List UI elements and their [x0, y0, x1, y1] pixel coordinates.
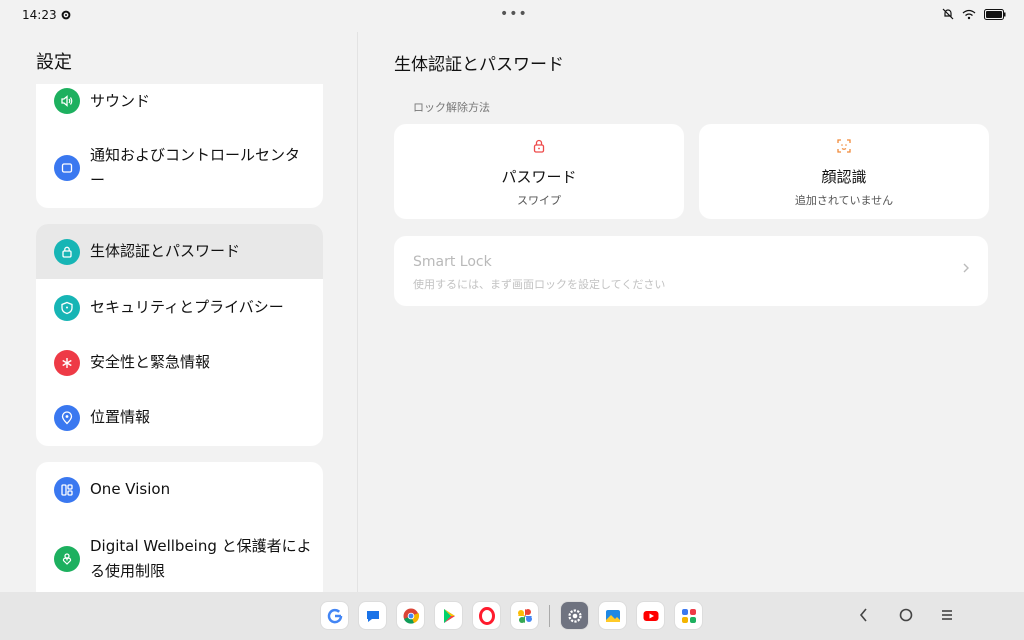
youtube-icon[interactable] — [637, 602, 664, 629]
section-label: ロック解除方法 — [413, 101, 490, 114]
back-icon[interactable] — [857, 606, 871, 624]
asterisk-icon — [54, 349, 80, 376]
sidebar-item-label: One Vision — [90, 480, 171, 498]
chevron-right-icon — [963, 263, 969, 273]
split-screen-icon — [54, 476, 80, 503]
shield-icon — [54, 294, 80, 321]
notification-panel-icon — [54, 155, 80, 181]
bell-off-icon — [942, 8, 954, 20]
tile-subtitle: スワイプ — [517, 194, 561, 207]
sidebar-item-label: 通知およびコントロールセンター — [90, 146, 301, 189]
settings-group: 生体認証とパスワード セキュリティとプライバシー 安全性と緊急情報 位置情報 — [36, 224, 323, 446]
sidebar-item-label: 生体認証とパスワード — [90, 242, 241, 260]
tile-title: パスワード — [501, 168, 577, 186]
opera-icon[interactable] — [473, 602, 500, 629]
tile-subtitle: 追加されていません — [794, 194, 894, 207]
smart-lock-title: Smart Lock — [413, 254, 492, 270]
sidebar-item-security-privacy[interactable]: セキュリティとプライバシー — [36, 280, 323, 335]
taskbar — [0, 592, 1024, 640]
sidebar-item-location[interactable]: 位置情報 — [36, 390, 323, 445]
sidebar-item-sound[interactable]: サウンド — [36, 84, 323, 118]
photos-icon[interactable] — [511, 602, 538, 629]
settings-sidebar: 設定 サウンド 通知およびコントロールセンター 生体認証とパスワード セキュリテ… — [0, 32, 358, 592]
battery-icon — [984, 8, 1006, 20]
settings-group: One Vision Digital Wellbeing と保護者による使用制限 — [36, 462, 323, 592]
dock-separator — [549, 604, 550, 627]
sidebar-item-biometrics-password[interactable]: 生体認証とパスワード — [36, 224, 323, 279]
system-icons — [942, 8, 1006, 20]
sidebar-item-label: サウンド — [90, 91, 151, 110]
lock-icon — [394, 138, 684, 154]
sidebar-item-label: 安全性と緊急情報 — [90, 353, 211, 371]
sidebar-item-notifications[interactable]: 通知およびコントロールセンター — [36, 138, 323, 198]
page-title: 設定 — [36, 52, 72, 73]
gallery-icon[interactable] — [599, 602, 626, 629]
sidebar-item-label: セキュリティとプライバシー — [90, 298, 284, 316]
recents-menu-icon[interactable] — [939, 606, 955, 624]
app-dock — [321, 602, 713, 629]
speaker-icon — [54, 88, 80, 114]
sidebar-item-safety-emergency[interactable]: 安全性と緊急情報 — [36, 335, 323, 390]
chrome-icon[interactable] — [397, 602, 424, 629]
sidebar-item-label: 位置情報 — [90, 408, 151, 426]
gear-icon — [61, 10, 70, 20]
app-drawer-icon[interactable] — [675, 602, 702, 629]
sidebar-item-label: Digital Wellbeing と保護者による使用制限 — [90, 537, 312, 580]
status-time: 14:23 — [22, 8, 71, 22]
messages-icon[interactable] — [359, 602, 386, 629]
home-icon[interactable] — [897, 606, 915, 624]
play-store-icon[interactable] — [435, 602, 462, 629]
wellbeing-icon — [54, 546, 80, 572]
detail-title: 生体認証とパスワード — [394, 55, 564, 75]
clock-text: 14:23 — [22, 8, 57, 22]
google-icon[interactable] — [321, 602, 348, 629]
pane-divider — [357, 32, 358, 592]
settings-group: サウンド 通知およびコントロールセンター — [36, 84, 323, 208]
sidebar-item-digital-wellbeing[interactable]: Digital Wellbeing と保護者による使用制限 — [36, 526, 323, 592]
smart-lock-row[interactable]: Smart Lock 使用するには、まず画面ロックを設定してください — [394, 236, 988, 306]
wifi-icon — [962, 9, 976, 19]
settings-icon[interactable] — [561, 602, 588, 629]
multitask-handle-icon[interactable]: ••• — [500, 6, 528, 22]
face-recognition-tile[interactable]: 顔認識 追加されていません — [699, 124, 989, 219]
smart-lock-subtitle: 使用するには、まず画面ロックを設定してください — [413, 278, 666, 291]
face-scan-icon — [699, 138, 989, 154]
status-bar: 14:23 ••• — [0, 0, 1024, 32]
password-tile[interactable]: パスワード スワイプ — [394, 124, 684, 219]
location-pin-icon — [54, 404, 80, 431]
tile-title: 顔認識 — [821, 168, 867, 186]
lock-icon — [54, 238, 80, 265]
sidebar-item-one-vision[interactable]: One Vision — [36, 462, 323, 517]
